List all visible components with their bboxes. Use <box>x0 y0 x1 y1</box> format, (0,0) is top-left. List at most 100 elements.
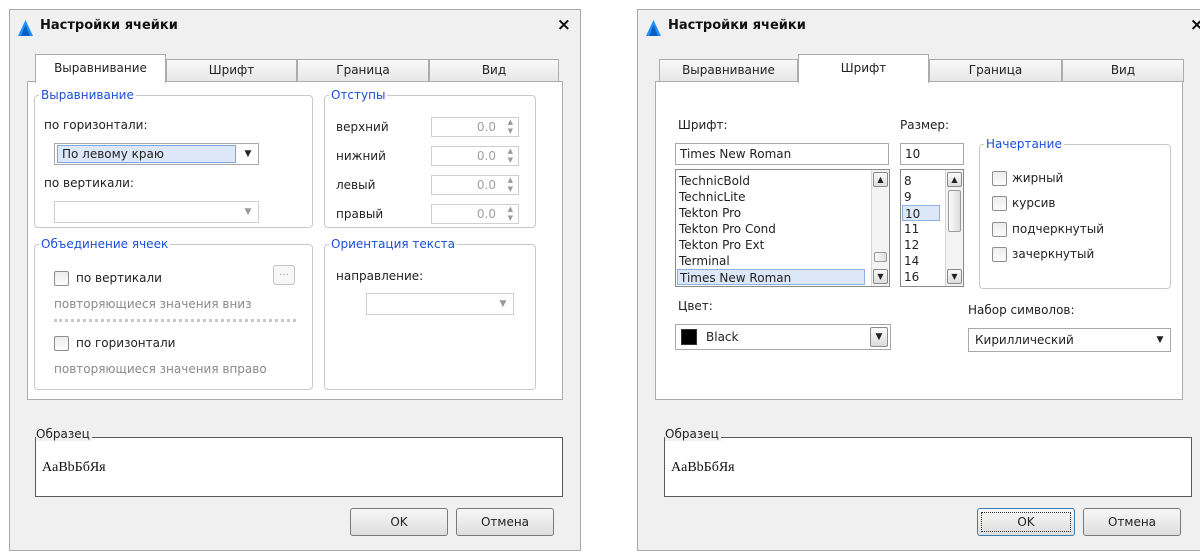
close-icon[interactable]: × <box>1190 15 1200 35</box>
indent-top-spinner[interactable]: 0.0 ▲ ▼ <box>431 117 519 137</box>
scroll-thumb[interactable] <box>948 190 961 232</box>
ok-button[interactable]: OK <box>350 508 448 536</box>
merge-horizontal-hint: повторяющиеся значения вправо <box>54 362 267 376</box>
tab-panel-alignment: Выравнивание по горизонтали: По левому к… <box>27 81 563 400</box>
indent-right-value: 0.0 <box>476 207 496 221</box>
font-list-item[interactable]: Tekton Pro <box>679 205 867 221</box>
size-list[interactable]: 8 9 10 11 12 14 16 ▲ ▼ <box>900 169 964 287</box>
font-list[interactable]: TechnicBold TechnicLite Tekton Pro Tekton P… <box>675 169 890 287</box>
tab-alignment[interactable]: Выравнивание <box>35 54 166 83</box>
scroll-up-icon[interactable]: ▲ <box>873 172 888 187</box>
size-list-item[interactable]: 12 <box>904 237 942 253</box>
indent-bottom-value: 0.0 <box>476 149 496 163</box>
underline-label[interactable]: подчеркнутый <box>1012 222 1104 236</box>
tab-alignment[interactable]: Выравнивание <box>659 59 798 82</box>
indent-left-spinner[interactable]: 0.0 ▲ ▼ <box>431 175 519 195</box>
font-name-input[interactable]: Times New Roman <box>675 143 889 165</box>
tab-panel-font: Шрифт: Times New Roman TechnicBold Techni… <box>655 81 1183 400</box>
dotted-separator <box>54 319 296 322</box>
size-list-item[interactable]: 11 <box>904 221 942 237</box>
close-icon[interactable]: × <box>557 15 571 35</box>
strikethrough-checkbox[interactable] <box>992 247 1007 262</box>
tab-view[interactable]: Вид <box>1062 59 1184 82</box>
italic-checkbox[interactable] <box>992 196 1007 211</box>
italic-label[interactable]: курсив <box>1012 196 1055 210</box>
indent-left-value: 0.0 <box>476 178 496 192</box>
underline-checkbox[interactable] <box>992 222 1007 237</box>
ok-button[interactable]: OK <box>977 508 1075 536</box>
horizontal-align-value: По левому краю <box>57 145 236 163</box>
tab-bar: Выравнивание Шрифт Граница Вид <box>655 54 1184 83</box>
font-list-item[interactable]: Times New Roman <box>677 269 865 285</box>
app-logo-icon <box>646 20 661 36</box>
size-list-item[interactable]: 14 <box>904 253 942 269</box>
bold-checkbox[interactable] <box>992 171 1007 186</box>
sample-group: AaBbБбЯя Образец <box>27 427 563 501</box>
chevron-down-icon[interactable]: ▼ <box>870 327 888 347</box>
scroll-thumb[interactable] <box>874 252 887 262</box>
cell-settings-dialog-alignment: Настройки ячейки × Выравнивание Шрифт Гр… <box>9 9 581 551</box>
size-input[interactable]: 10 <box>900 143 964 165</box>
indent-left-label: левый <box>336 178 376 192</box>
tab-border[interactable]: Граница <box>297 59 429 82</box>
cancel-button[interactable]: Отмена <box>1083 508 1181 536</box>
charset-label: Набор символов: <box>968 303 1075 317</box>
direction-label: направление: <box>336 269 424 283</box>
chevron-down-icon[interactable]: ▼ <box>238 202 258 222</box>
indent-right-label: правый <box>336 207 384 221</box>
charset-select[interactable]: Кириллический ▼ <box>968 328 1171 352</box>
chevron-down-icon[interactable]: ▼ <box>238 144 258 164</box>
indent-right-spinner[interactable]: 0.0 ▲ ▼ <box>431 204 519 224</box>
direction-select[interactable]: ▼ <box>366 293 514 315</box>
merge-vertical-label[interactable]: по вертикали <box>76 271 162 285</box>
color-label: Цвет: <box>678 299 713 313</box>
sample-preview: AaBbБбЯя <box>664 437 1192 497</box>
merge-cells-group-legend: Объединение ячеек <box>41 237 169 251</box>
horizontal-align-select[interactable]: По левому краю ▼ <box>54 143 259 165</box>
merge-horizontal-checkbox[interactable] <box>54 336 69 351</box>
scroll-down-icon[interactable]: ▼ <box>947 269 962 284</box>
size-list-item[interactable]: 9 <box>904 189 942 205</box>
indent-top-value: 0.0 <box>476 120 496 134</box>
font-list-item[interactable]: Tekton Pro Cond <box>679 221 867 237</box>
indent-top-label: верхний <box>336 120 389 134</box>
size-list-item[interactable]: 8 <box>904 173 942 189</box>
indent-bottom-spinner[interactable]: 0.0 ▲ ▼ <box>431 146 519 166</box>
size-list-item[interactable]: 10 <box>902 205 940 221</box>
spinner-arrows-icon[interactable]: ▲ ▼ <box>508 118 513 136</box>
strikethrough-label[interactable]: зачеркнутый <box>1012 247 1094 261</box>
tab-font[interactable]: Шрифт <box>798 54 929 83</box>
font-list-item[interactable]: TechnicLite <box>679 189 867 205</box>
size-label: Размер: <box>900 118 950 132</box>
vertical-align-select[interactable]: ▼ <box>54 201 259 223</box>
color-select[interactable]: Black ▼ <box>675 324 891 350</box>
text-orientation-group-legend: Ориентация текста <box>331 237 455 251</box>
chevron-down-icon[interactable]: ▼ <box>1150 329 1170 349</box>
scroll-up-icon[interactable]: ▲ <box>947 172 962 187</box>
size-list-item[interactable]: 16 <box>904 269 942 285</box>
chevron-down-icon[interactable]: ▼ <box>493 294 513 314</box>
font-list-item[interactable]: Terminal <box>679 253 867 269</box>
spinner-arrows-icon[interactable]: ▲ ▼ <box>508 205 513 223</box>
indents-group-legend: Отступы <box>331 88 386 102</box>
merge-horizontal-label[interactable]: по горизонтали <box>76 336 175 350</box>
tab-view[interactable]: Вид <box>429 59 559 82</box>
more-options-button[interactable]: ... <box>273 265 295 285</box>
font-name-value: Times New Roman <box>680 147 792 161</box>
sample-preview: AaBbБбЯя <box>35 437 563 497</box>
scroll-down-icon[interactable]: ▼ <box>873 269 888 284</box>
spinner-arrows-icon[interactable]: ▲ ▼ <box>508 147 513 165</box>
font-list-scrollbar[interactable]: ▲ ▼ <box>871 170 889 286</box>
spinner-arrows-icon[interactable]: ▲ ▼ <box>508 176 513 194</box>
tab-font[interactable]: Шрифт <box>166 59 297 82</box>
font-list-item[interactable]: Tekton Pro Ext <box>679 237 867 253</box>
sample-group: AaBbБбЯя Образец <box>658 427 1192 501</box>
bold-label[interactable]: жирный <box>1012 171 1063 185</box>
font-list-item[interactable]: TechnicBold <box>679 173 867 189</box>
color-swatch <box>681 329 697 345</box>
cancel-button[interactable]: Отмена <box>456 508 554 536</box>
vertical-label: по вертикали: <box>44 176 134 190</box>
tab-border[interactable]: Граница <box>929 59 1062 82</box>
size-list-scrollbar[interactable]: ▲ ▼ <box>945 170 963 286</box>
merge-vertical-checkbox[interactable] <box>54 271 69 286</box>
